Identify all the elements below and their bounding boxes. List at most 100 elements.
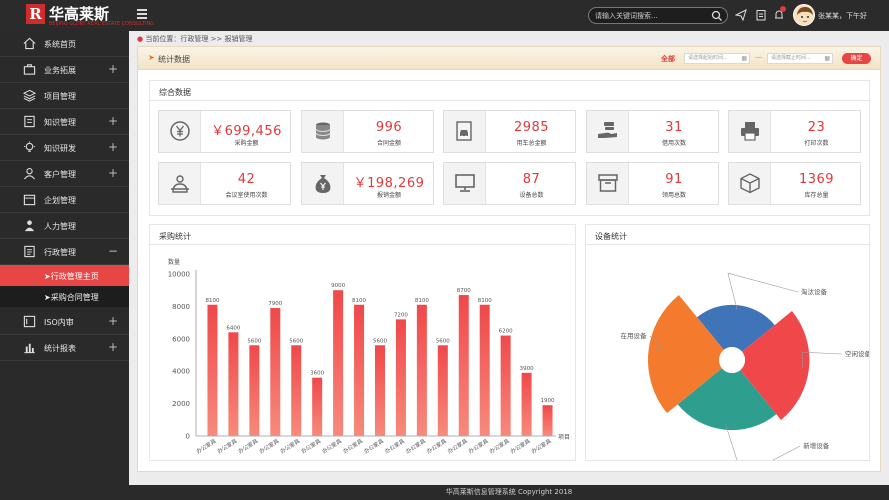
- stat-card[interactable]: 87 设备总数: [443, 162, 576, 205]
- send-icon[interactable]: [735, 9, 747, 21]
- stat-card[interactable]: ￥198,269 报销金额: [300, 162, 434, 205]
- summary-panel-title: 综合数据: [159, 88, 191, 97]
- plus-icon[interactable]: +: [108, 340, 118, 354]
- chart-bar: [521, 372, 532, 436]
- plus-icon[interactable]: +: [108, 166, 118, 180]
- sidebar-item-admin[interactable]: 行政管理 −: [0, 239, 129, 265]
- x-tick-label: 办公家具: [216, 437, 239, 456]
- sidebar-item-hr[interactable]: 人力管理: [0, 213, 129, 239]
- sidebar-item-label: 统计报表: [44, 344, 76, 353]
- chart-bar: [249, 345, 260, 436]
- stat-value: ￥699,456: [211, 124, 282, 139]
- cube-icon: [740, 173, 760, 194]
- person-icon: [24, 220, 35, 232]
- x-tick-label: 办公家具: [299, 437, 322, 456]
- avatar[interactable]: [793, 4, 815, 26]
- y-tick-label: 4000: [172, 368, 190, 376]
- stat-card[interactable]: 1369 库存总量: [728, 162, 861, 205]
- plus-icon[interactable]: +: [108, 140, 118, 154]
- stat-label: 用车总金额: [516, 140, 547, 147]
- sidebar-subitem-label: ➤行政管理主页: [44, 272, 99, 281]
- sidebar-item-business[interactable]: 业务拓展 +: [0, 57, 129, 83]
- y-axis-label: 数量: [168, 258, 180, 266]
- sidebar-item-customer[interactable]: 客户管理 +: [0, 161, 129, 187]
- logo-subtitle: BEIJING GLORY REAL ESTATE CONSULTING: [49, 21, 154, 27]
- user-greeting[interactable]: 张某某，下午好: [818, 11, 867, 21]
- bar-data-label: 8100: [352, 298, 366, 304]
- sidebar-item-research[interactable]: 知识研发 +: [0, 135, 129, 161]
- sidebar-item-knowledge[interactable]: 知识管理 +: [0, 109, 129, 135]
- y-tick-label: 0: [186, 433, 190, 441]
- chart-bar: [291, 345, 302, 436]
- sidebar-item-project[interactable]: 项目管理: [0, 83, 129, 109]
- slice-label: 空闲设备: [845, 349, 869, 358]
- footer: 华高莱斯信息管理系统 Copyright 2018: [129, 485, 889, 500]
- sidebar-item-label: 项目管理: [44, 92, 76, 101]
- y-tick-label: 6000: [172, 335, 190, 343]
- chart-bar: [437, 345, 448, 436]
- chart-bar: [500, 335, 511, 436]
- sidebar-item-label: 行政管理: [44, 248, 76, 257]
- layers-icon: [23, 89, 36, 102]
- hand-give-icon: [597, 122, 617, 138]
- stat-card[interactable]: 996 合同金额: [300, 110, 434, 153]
- minus-icon[interactable]: −: [108, 244, 118, 258]
- sidebar-item-home[interactable]: 系统首页: [0, 31, 129, 57]
- avatar-face-icon: [794, 5, 814, 25]
- stat-label: 库存总量: [804, 192, 829, 199]
- logo[interactable]: R 华高莱斯 BEIJING GLORY REAL ESTATE CONSULT…: [26, 4, 154, 28]
- x-tick-label: 办公家具: [530, 437, 553, 456]
- sidebar-item-label: 人力管理: [44, 222, 76, 231]
- x-tick-label: 办公家具: [362, 437, 385, 456]
- bar-data-label: 6200: [499, 329, 513, 335]
- stat-icon-box: [729, 163, 771, 204]
- breadcrumb-text: 当前位置：行政管理 >> 报销管理: [145, 35, 253, 43]
- purchase-panel-header: 采购统计: [150, 225, 575, 245]
- bar-data-label: 9000: [331, 283, 345, 289]
- rose-center-hole: [719, 347, 745, 373]
- plus-icon[interactable]: +: [108, 114, 118, 128]
- menu-toggle-icon[interactable]: [137, 9, 147, 21]
- plus-icon[interactable]: +: [108, 62, 118, 76]
- bar-data-label: 5600: [289, 338, 303, 344]
- coin-stack-icon: [315, 122, 330, 140]
- bar-data-label: 5600: [436, 338, 450, 344]
- stat-card[interactable]: ￥699,456 采购金额: [158, 110, 291, 153]
- chart-bar: [542, 405, 553, 436]
- confirm-button[interactable]: 确定: [842, 53, 871, 64]
- chart-bar: [416, 304, 427, 436]
- stat-card[interactable]: 42 会议室使用次数: [158, 162, 291, 205]
- monitor-icon: [455, 174, 475, 192]
- end-date-input[interactable]: 请选择截止时间... ▦: [767, 53, 833, 64]
- sidebar-item-planning[interactable]: 企划管理: [0, 187, 129, 213]
- search-input[interactable]: [595, 10, 710, 21]
- sidebar-subitem-admin-home[interactable]: ➤行政管理主页: [0, 265, 129, 286]
- sidebar-subitem-contracts[interactable]: ➤采购合同管理: [0, 286, 129, 307]
- bar-data-label: 6400: [226, 325, 240, 331]
- sidebar-item-iso[interactable]: ISO内审 +: [0, 309, 129, 335]
- chart-bar: [270, 308, 281, 436]
- stat-value: 1369: [798, 172, 835, 187]
- chart-bar: [395, 319, 406, 436]
- start-date-input[interactable]: 请选择起始时间... ▦: [684, 53, 750, 64]
- search-icon[interactable]: [711, 10, 723, 22]
- stat-card[interactable]: 23 打印次数: [728, 110, 861, 153]
- slice-leader-line: [727, 272, 799, 310]
- sidebar: 系统首页 业务拓展 + 项目管理 知识管理 + 知识研发 + 客户管理 + 企划…: [0, 31, 129, 500]
- stat-card[interactable]: 31 借用次数: [585, 110, 719, 153]
- clipboard-icon[interactable]: [755, 9, 767, 21]
- summary-panel-header: 综合数据: [150, 81, 869, 101]
- stat-value: 2985: [513, 120, 550, 135]
- y-tick-label: 2000: [172, 400, 190, 408]
- x-tick-label: 办公家具: [446, 437, 469, 456]
- plus-icon[interactable]: +: [108, 314, 118, 328]
- filter-all-link[interactable]: 全部: [661, 54, 675, 64]
- x-tick-label: 办公家具: [404, 437, 427, 456]
- stat-card[interactable]: 2985 用车总金额: [443, 110, 576, 153]
- stat-icon-box: [159, 163, 201, 204]
- main-content: ➤ 统计数据 全部 请选择起始时间... ▦ — 请选择截止时间... ▦ 确定…: [137, 46, 881, 472]
- sidebar-item-reports[interactable]: 统计报表 +: [0, 335, 129, 361]
- bar-data-label: 3600: [310, 371, 324, 377]
- user-icon: [23, 168, 36, 180]
- stat-card[interactable]: 91 领用总数: [585, 162, 719, 205]
